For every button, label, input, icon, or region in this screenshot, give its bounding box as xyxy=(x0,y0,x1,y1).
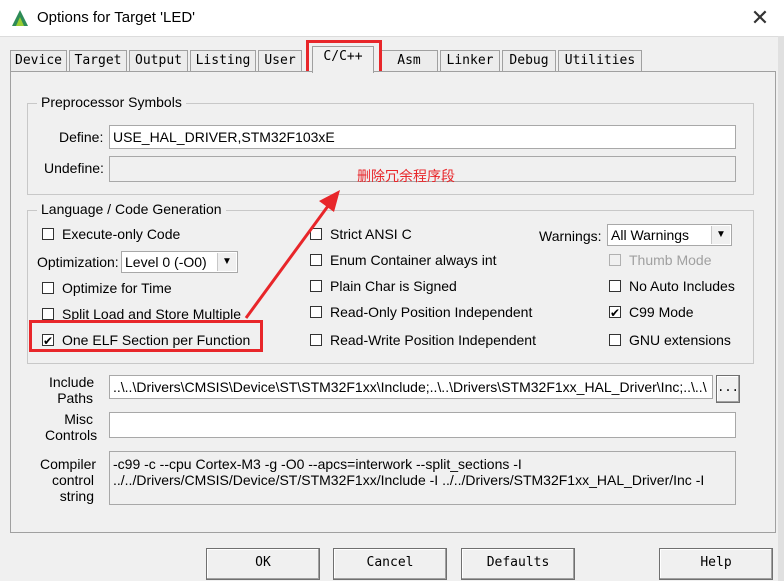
execute-only-label: Execute-only Code xyxy=(62,226,181,242)
compiler-label-line2: control xyxy=(51,472,94,488)
define-input[interactable]: USE_HAL_DRIVER,STM32F103xE xyxy=(109,125,736,149)
enum-container-label: Enum Container always int xyxy=(330,252,497,268)
gnu-ext-label: GNU extensions xyxy=(629,332,731,348)
one-elf-highlight xyxy=(29,320,263,352)
tab-listing[interactable]: Listing xyxy=(190,50,256,71)
close-icon[interactable]: ✕ xyxy=(746,4,774,32)
warnings-label: Warnings: xyxy=(539,228,602,244)
plain-char-checkbox[interactable] xyxy=(310,280,322,292)
codegen-legend: Language / Code Generation xyxy=(37,201,226,217)
tab-debug[interactable]: Debug xyxy=(502,50,556,71)
compiler-line2: ../../Drivers/CMSIS/Device/ST/STM32F1xx/… xyxy=(113,472,705,488)
undefine-label: Undefine: xyxy=(44,160,104,176)
keil-app-icon xyxy=(12,10,28,26)
define-label: Define: xyxy=(59,129,104,145)
optimization-label: Optimization: xyxy=(37,254,119,270)
include-browse-button[interactable]: ... xyxy=(716,375,740,403)
tab-target[interactable]: Target xyxy=(69,50,127,71)
plain-char-label: Plain Char is Signed xyxy=(330,278,457,294)
tab-output[interactable]: Output xyxy=(129,50,188,71)
gnu-ext-checkbox[interactable] xyxy=(609,334,621,346)
annotation-text: 删除冗余程序段 xyxy=(357,168,455,184)
rwpi-checkbox[interactable] xyxy=(310,334,322,346)
ropi-checkbox[interactable] xyxy=(310,306,322,318)
strict-ansi-label: Strict ANSI C xyxy=(330,226,412,242)
enum-container-checkbox[interactable] xyxy=(310,254,322,266)
misc-label-line2: Controls xyxy=(45,427,98,443)
chevron-down-icon[interactable]: ▼ xyxy=(711,226,730,244)
compiler-label-line3: string xyxy=(59,488,94,504)
help-button[interactable]: Help xyxy=(659,548,773,580)
thumb-mode-checkbox[interactable] xyxy=(609,254,621,266)
ropi-label: Read-Only Position Independent xyxy=(330,304,533,320)
c99-mode-label: C99 Mode xyxy=(629,304,694,320)
tab-asm[interactable]: Asm xyxy=(380,50,438,71)
no-auto-includes-label: No Auto Includes xyxy=(629,278,735,294)
scrollbar[interactable] xyxy=(778,36,784,581)
warnings-value: All Warnings xyxy=(611,227,690,243)
strict-ansi-checkbox[interactable] xyxy=(310,228,322,240)
misc-label-line1: Misc xyxy=(64,411,93,427)
tab-utilities[interactable]: Utilities xyxy=(558,50,642,71)
defaults-button[interactable]: Defaults xyxy=(461,548,575,580)
tab-linker[interactable]: Linker xyxy=(440,50,500,71)
optimize-time-label: Optimize for Time xyxy=(62,280,172,296)
tab-cc[interactable]: C/C++ xyxy=(312,46,374,73)
optimization-value: Level 0 (-O0) xyxy=(125,254,207,270)
tab-user[interactable]: User xyxy=(258,50,302,71)
window-title: Options for Target 'LED' xyxy=(37,9,196,26)
tab-device[interactable]: Device xyxy=(10,50,67,71)
execute-only-checkbox[interactable] xyxy=(42,228,54,240)
include-paths-input[interactable]: ..\..\Drivers\CMSIS\Device\ST\STM32F1xx\… xyxy=(109,375,713,399)
rwpi-label: Read-Write Position Independent xyxy=(330,332,536,348)
split-load-checkbox[interactable] xyxy=(42,308,54,320)
compiler-line1: -c99 -c --cpu Cortex-M3 -g -O0 --apcs=in… xyxy=(113,456,522,472)
c99-mode-checkbox[interactable]: ✔ xyxy=(609,306,621,319)
optimize-time-checkbox[interactable] xyxy=(42,282,54,294)
cancel-button[interactable]: Cancel xyxy=(333,548,447,580)
warnings-select[interactable]: All Warnings ▼ xyxy=(607,224,732,246)
include-label-line1: Include xyxy=(49,374,95,390)
compiler-control-text: -c99 -c --cpu Cortex-M3 -g -O0 --apcs=in… xyxy=(109,451,736,505)
chevron-down-icon[interactable]: ▼ xyxy=(217,253,236,271)
optimization-select[interactable]: Level 0 (-O0) ▼ xyxy=(121,251,238,273)
compiler-label-line1: Compiler xyxy=(40,456,97,472)
preprocessor-legend: Preprocessor Symbols xyxy=(37,94,186,110)
include-label-line2: Paths xyxy=(57,390,93,406)
title-bar: Options for Target 'LED' ✕ xyxy=(0,0,784,37)
no-auto-includes-checkbox[interactable] xyxy=(609,280,621,292)
thumb-mode-label: Thumb Mode xyxy=(629,252,712,268)
ok-button[interactable]: OK xyxy=(206,548,320,580)
misc-controls-input[interactable] xyxy=(109,412,736,438)
